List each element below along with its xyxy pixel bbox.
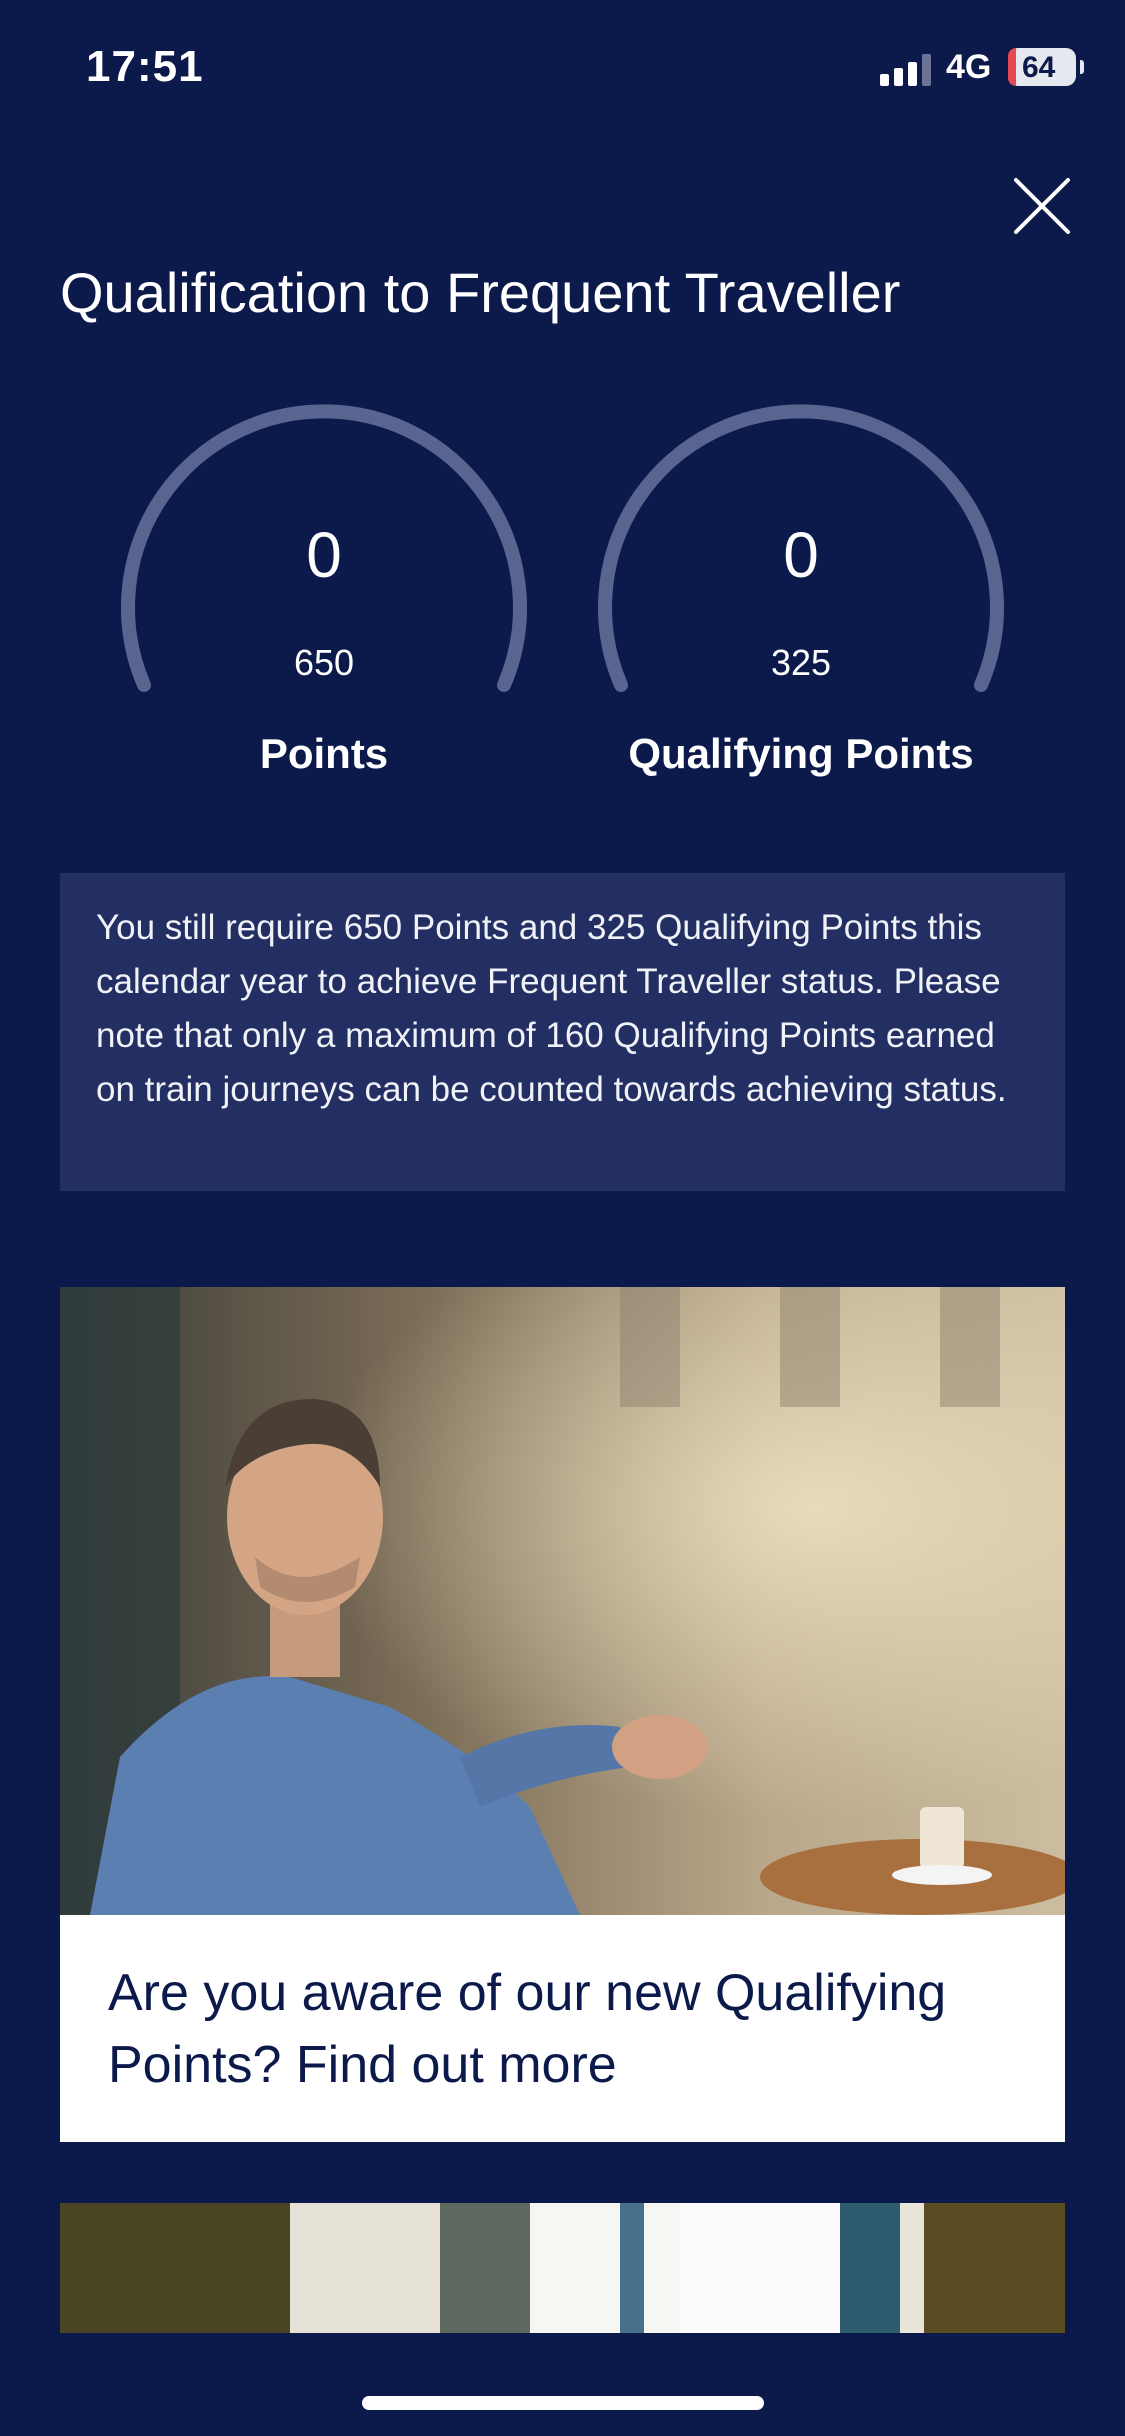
close-icon	[1014, 178, 1070, 234]
page-title: Qualification to Frequent Traveller	[60, 261, 901, 324]
status-time: 17:51	[86, 42, 204, 91]
status-bar: 17:51 4G 64	[0, 0, 1125, 140]
battery-icon: 64	[1008, 48, 1084, 86]
qualifying-points-gauge: 0 325 Qualifying Points	[581, 400, 1021, 800]
close-button[interactable]	[1000, 164, 1084, 248]
points-target: 650	[293, 642, 355, 683]
qualifying-points-value: 0	[783, 519, 819, 591]
battery-level: 64	[1022, 51, 1056, 84]
points-label: Points	[259, 730, 389, 777]
signal-icon	[880, 54, 931, 86]
network-type: 4G	[946, 48, 992, 86]
points-gauge: 0 650 Points	[104, 400, 544, 800]
qualifying-points-target: 325	[770, 642, 832, 683]
qualifying-points-promo-card[interactable]: Are you aware of our new Qualifying Poin…	[60, 1287, 1065, 2142]
home-indicator[interactable]	[362, 2396, 764, 2410]
promo-photo-secondary	[60, 2203, 1065, 2333]
promo-photo	[60, 1287, 1065, 1915]
points-value: 0	[306, 519, 342, 591]
promo-card-secondary[interactable]	[60, 2203, 1065, 2333]
promo-caption: Are you aware of our new Qualifying Poin…	[60, 1915, 1065, 2142]
qualifying-points-label: Qualifying Points	[628, 730, 974, 777]
status-requirement-info: You still require 650 Points and 325 Qua…	[60, 873, 1065, 1191]
